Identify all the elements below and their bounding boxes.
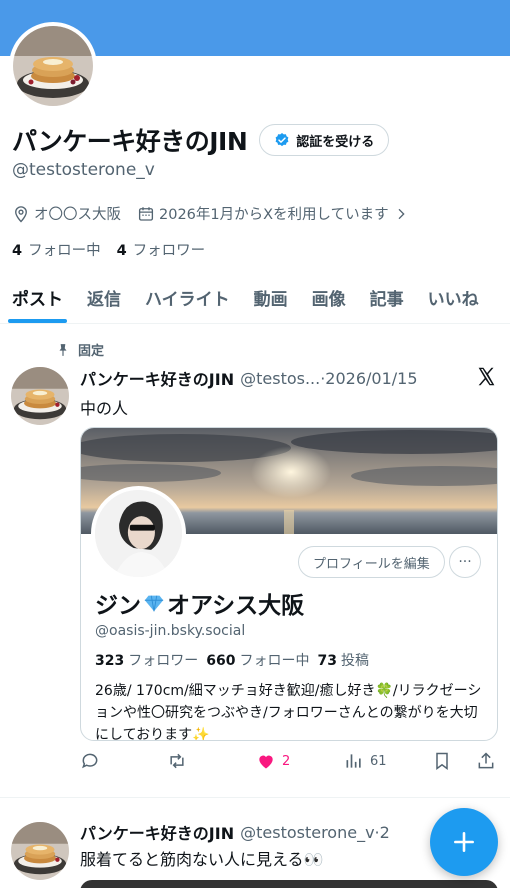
followers-count: 4 xyxy=(116,243,127,259)
following-count: 4 xyxy=(12,243,23,259)
following-link[interactable]: 4 フォロー中 xyxy=(12,239,101,260)
pin-icon xyxy=(59,343,67,356)
gem-icon xyxy=(144,595,164,612)
joined-info[interactable]: 2026年1月からXを利用しています xyxy=(137,203,409,224)
joined-text: 2026年1月からXを利用しています xyxy=(159,207,389,223)
post-text: 中の人 xyxy=(80,399,129,418)
tab-images[interactable]: 画像 xyxy=(300,276,358,323)
reply-button[interactable] xyxy=(80,751,100,771)
repost-button[interactable] xyxy=(167,751,187,771)
compose-post-button[interactable] xyxy=(430,808,498,876)
tab-articles[interactable]: 記事 xyxy=(358,276,416,323)
share-button[interactable] xyxy=(476,751,496,771)
post-text: 服着てると筋肉ない人に見える👀 xyxy=(80,850,324,869)
post-divider xyxy=(0,797,510,798)
post-header: パンケーキ好きのJIN @testos...·2026/01/15 xyxy=(80,366,418,390)
followers-link[interactable]: 4 フォロワー xyxy=(117,239,206,260)
profile-handle: @testosterone_v xyxy=(12,160,155,180)
view-count: 61 xyxy=(370,753,387,769)
card-handle: @oasis-jin.bsky.social xyxy=(95,623,246,639)
like-count: 2 xyxy=(282,753,291,769)
post-author-name[interactable]: パンケーキ好きのJIN xyxy=(80,366,234,390)
location-pin-icon xyxy=(15,205,27,222)
card-following-count: 660 xyxy=(206,653,236,669)
tab-posts[interactable]: ポスト xyxy=(0,276,75,323)
card-display-name: ジン オアシス大阪 xyxy=(95,586,304,620)
card-name-part2: オアシス大阪 xyxy=(167,593,305,619)
following-label: フォロー中 xyxy=(28,243,101,259)
more-options-button[interactable]: ··· xyxy=(449,546,481,578)
repost-icon xyxy=(170,753,184,769)
post-avatar[interactable] xyxy=(11,822,69,880)
card-avatar xyxy=(91,486,186,581)
tab-replies[interactable]: 返信 xyxy=(75,276,133,323)
chevron-right-icon xyxy=(398,208,405,219)
post-author-meta[interactable]: @testosterone_v·2 xyxy=(240,823,390,842)
get-verified-label: 認証を受ける xyxy=(296,134,375,150)
profile-display-name: パンケーキ好きのJIN xyxy=(12,127,248,156)
tab-highlights[interactable]: ハイライト xyxy=(133,276,242,323)
edit-profile-button[interactable]: プロフィールを編集 xyxy=(298,546,445,578)
card-followers-count: 323 xyxy=(95,653,125,669)
post-author-meta[interactable]: @testos...·2026/01/15 xyxy=(240,369,417,388)
bookmark-icon xyxy=(436,752,448,770)
share-icon xyxy=(478,752,494,769)
post-actions: 2 61 xyxy=(80,751,500,775)
profile-avatar[interactable] xyxy=(9,22,97,110)
card-bio: 26歳/ 170cm/細マッチョ好き歓迎/癒し好き🍀/リラクゼーションや性〇研究… xyxy=(95,683,482,741)
plus-icon xyxy=(454,832,474,852)
post-media[interactable] xyxy=(80,880,498,888)
followers-label: フォロワー xyxy=(132,243,206,259)
card-name-part1: ジン xyxy=(95,593,141,619)
pinned-label: 固定 xyxy=(78,344,105,359)
verified-badge-icon xyxy=(275,133,289,147)
get-verified-button[interactable]: 認証を受ける xyxy=(259,124,390,156)
views-button[interactable]: 61 xyxy=(344,751,387,771)
post-header: パンケーキ好きのJIN @testosterone_v·2 xyxy=(80,820,390,844)
tab-videos[interactable]: 動画 xyxy=(242,276,300,323)
location-text: オ〇〇ス大阪 xyxy=(34,207,121,223)
card-stats: 323 フォロワー 660 フォロー中 73 投稿 xyxy=(95,650,369,670)
post-avatar[interactable] xyxy=(11,367,69,425)
card-followers-label: フォロワー xyxy=(128,653,199,669)
views-icon xyxy=(346,754,361,768)
card-following-label: フォロー中 xyxy=(239,653,310,669)
card-posts-label: 投稿 xyxy=(340,653,369,669)
like-button[interactable]: 2 xyxy=(256,751,290,771)
card-posts-count: 73 xyxy=(317,653,337,669)
location-info: オ〇〇ス大阪 xyxy=(12,203,121,224)
calendar-icon xyxy=(138,206,154,221)
bookmark-button[interactable] xyxy=(432,751,452,771)
tab-likes[interactable]: いいね xyxy=(416,276,491,323)
pinned-indicator: 固定 xyxy=(56,340,104,359)
embedded-profile-card[interactable]: プロフィールを編集 ··· ジン オアシス大阪 @oasis-jin.bsky.… xyxy=(80,427,498,741)
reply-icon xyxy=(82,753,98,769)
profile-tabs: ポスト 返信 ハイライト 動画 画像 記事 いいね xyxy=(0,276,510,324)
x-logo-icon[interactable] xyxy=(476,366,497,387)
heart-filled-icon xyxy=(259,755,273,769)
post-author-name[interactable]: パンケーキ好きのJIN xyxy=(80,820,234,844)
